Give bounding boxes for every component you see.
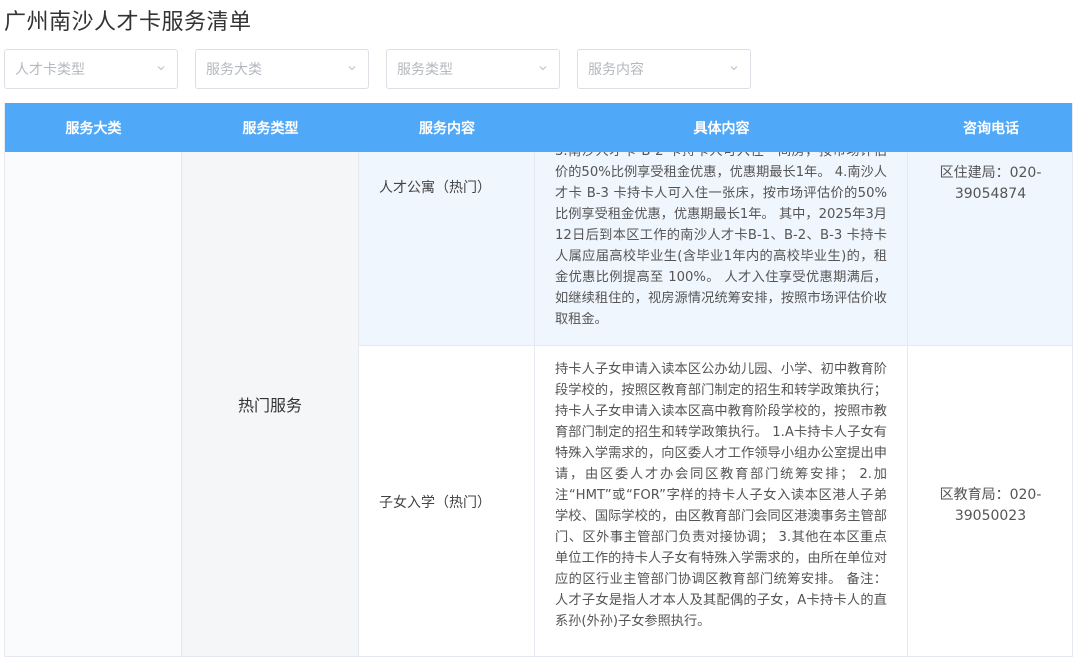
phone-text: 区住建局：020-39054874 bbox=[939, 165, 1042, 202]
detail-text: 3.南沙人才卡 B-2 卡持卡人可入住一间房，按市场评估价的50%比例享受租金优… bbox=[555, 152, 887, 327]
chevron-down-icon bbox=[537, 62, 549, 74]
column-header-service[interactable]: 服务内容 bbox=[359, 103, 535, 152]
column-header-phone[interactable]: 咨询电话 bbox=[908, 103, 1072, 152]
page-title: 广州南沙人才卡服务清单 bbox=[4, 10, 252, 35]
service-table: 服务大类 服务类型 服务内容 具体内容 咨询电话 热门服务 人才公寓（热门） 3… bbox=[4, 103, 1073, 657]
column-header-category[interactable]: 服务大类 bbox=[5, 103, 182, 152]
chevron-down-icon bbox=[728, 62, 740, 74]
table-row-detail: 3.南沙人才卡 B-2 卡持卡人可入住一间房，按市场评估价的50%比例享受租金优… bbox=[535, 152, 908, 346]
chevron-down-icon bbox=[155, 62, 167, 74]
category-cell bbox=[5, 152, 182, 657]
table-body[interactable]: 热门服务 人才公寓（热门） 3.南沙人才卡 B-2 卡持卡人可入住一间房，按市场… bbox=[5, 152, 1072, 657]
table-header: 服务大类 服务类型 服务内容 具体内容 咨询电话 bbox=[5, 103, 1072, 152]
table-row-service: 人才公寓（热门） bbox=[359, 152, 535, 346]
talent-card-type-select[interactable]: 人才卡类型 bbox=[4, 49, 178, 89]
service-type-select[interactable]: 服务类型 bbox=[386, 49, 560, 89]
detail-text: 持卡人子女申请入读本区公办幼儿园、小学、初中教育阶段学校的，按照区教育部门制定的… bbox=[555, 362, 887, 629]
select-placeholder: 服务大类 bbox=[206, 62, 262, 78]
select-placeholder: 人才卡类型 bbox=[15, 62, 85, 78]
table-row-phone: 区教育局：020-39050023 bbox=[908, 346, 1072, 657]
table-row-service: 子女入学（热门） bbox=[359, 346, 535, 657]
phone-text: 区教育局：020-39050023 bbox=[939, 487, 1042, 524]
chevron-down-icon bbox=[346, 62, 358, 74]
table-row-phone: 区住建局：020-39054874 bbox=[908, 152, 1072, 346]
column-header-type[interactable]: 服务类型 bbox=[182, 103, 359, 152]
type-cell: 热门服务 bbox=[182, 152, 359, 657]
column-header-detail[interactable]: 具体内容 bbox=[535, 103, 908, 152]
filter-bar: 人才卡类型 服务大类 服务类型 服务内容 bbox=[4, 49, 751, 89]
service-content-select[interactable]: 服务内容 bbox=[577, 49, 751, 89]
service-category-select[interactable]: 服务大类 bbox=[195, 49, 369, 89]
table-row-detail: 持卡人子女申请入读本区公办幼儿园、小学、初中教育阶段学校的，按照区教育部门制定的… bbox=[535, 346, 908, 657]
select-placeholder: 服务内容 bbox=[588, 62, 644, 78]
select-placeholder: 服务类型 bbox=[397, 62, 453, 78]
